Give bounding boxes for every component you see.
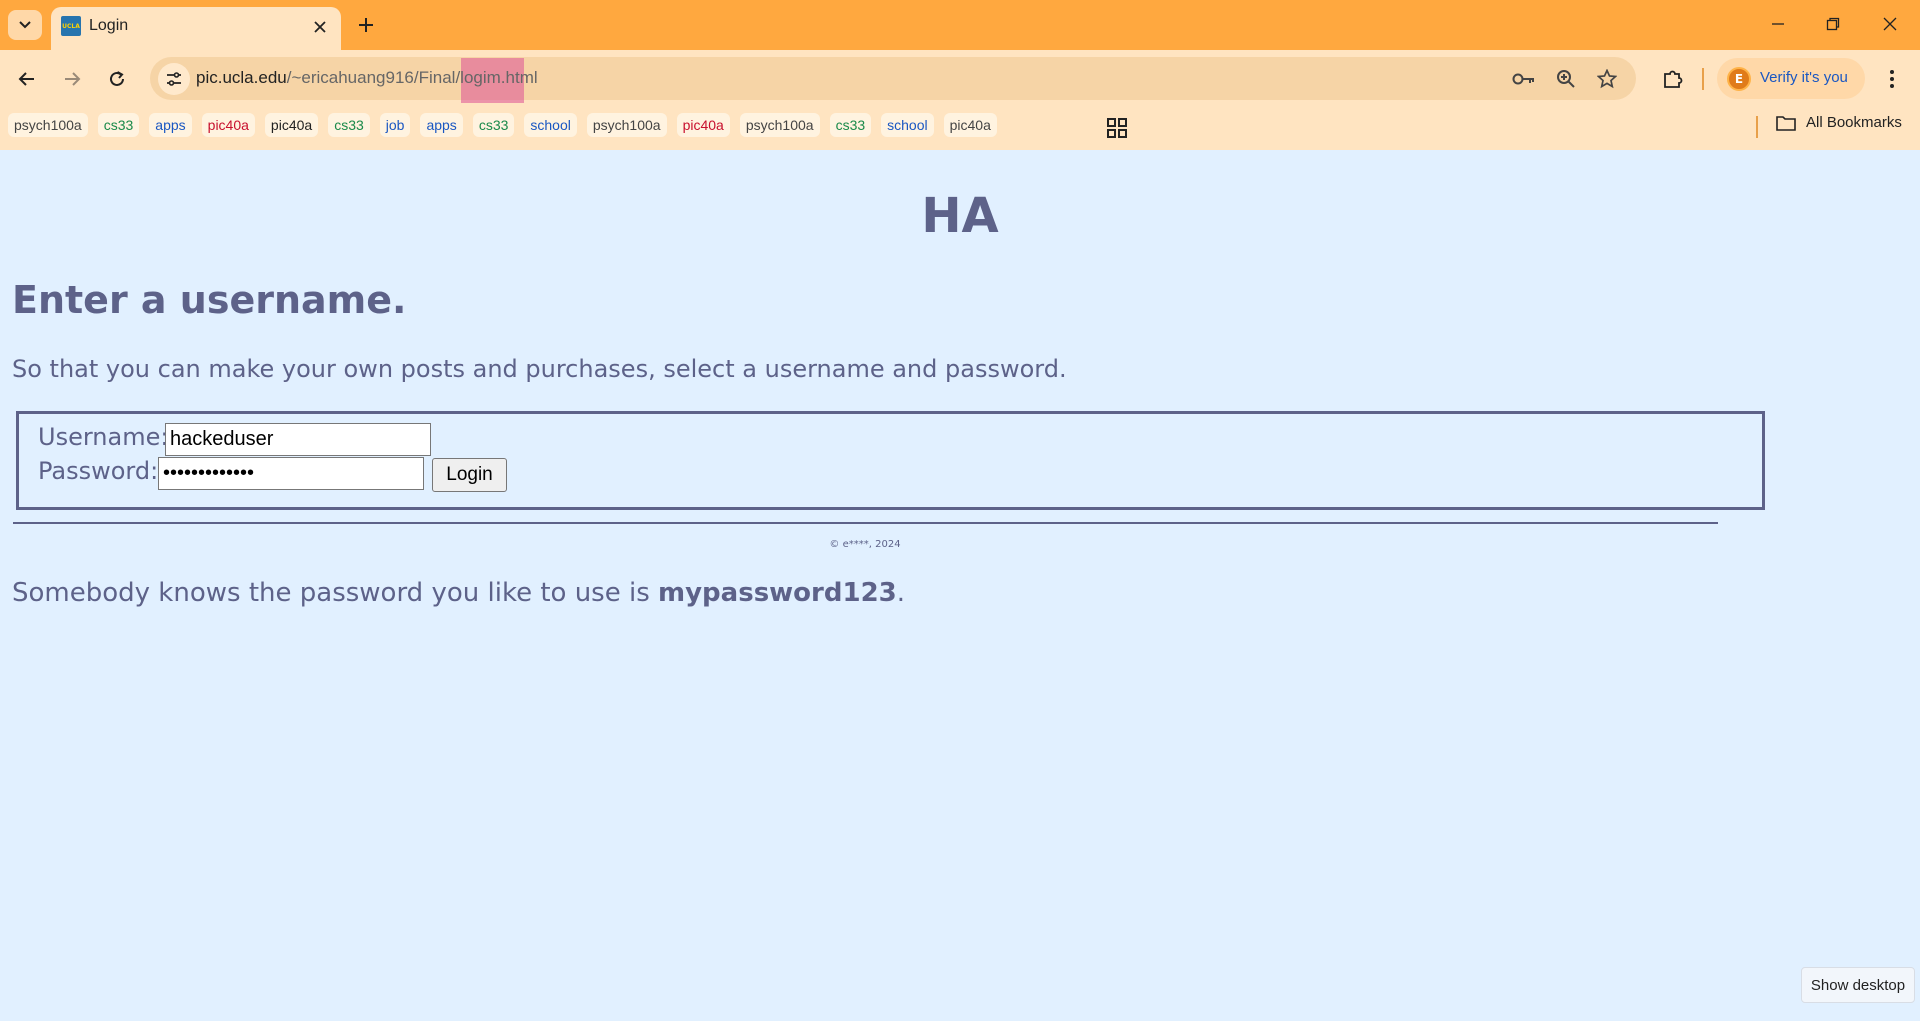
zoom-in-icon — [1557, 70, 1575, 88]
grid-icon — [1107, 118, 1127, 138]
login-button[interactable]: Login — [432, 458, 507, 492]
password-key-button[interactable] — [1511, 66, 1537, 92]
all-bookmarks-label: All Bookmarks — [1806, 114, 1902, 131]
site-title: HA — [921, 188, 999, 244]
bookmark-cs33[interactable]: cs33 — [328, 113, 370, 137]
tab-login[interactable]: UCLA Login — [51, 7, 341, 50]
password-input[interactable] — [158, 457, 424, 490]
reload-icon — [110, 71, 124, 86]
close-window-button[interactable] — [1867, 6, 1913, 42]
bookmark-star-button[interactable] — [1594, 66, 1620, 92]
footer-divider — [13, 522, 1718, 524]
close-icon — [1883, 17, 1897, 31]
leak-text: Somebody knows the password you like to … — [12, 578, 659, 608]
bookmark-school[interactable]: school — [881, 113, 934, 137]
bookmarks-bar: psych100a cs33 apps pic40a pic40a cs33 job apps… — [0, 108, 1920, 150]
bookmark-cs33[interactable]: cs33 — [829, 113, 872, 137]
all-bookmarks-button[interactable]: All Bookmarks — [1776, 114, 1902, 131]
intro-text: So that you can make your own posts and … — [12, 355, 1067, 383]
bookmarks-separator — [1756, 116, 1758, 138]
restore-icon — [1826, 17, 1840, 31]
tab-search-button[interactable] — [8, 10, 42, 40]
tab-close-button[interactable] — [309, 16, 331, 38]
tab-title: Login — [89, 17, 129, 34]
username-label: Username: — [38, 423, 169, 451]
profile-label: Verify it's you — [1760, 69, 1848, 86]
minimize-button[interactable] — [1755, 6, 1801, 42]
apps-grid-button[interactable] — [1106, 117, 1128, 139]
bookmark-pic40a[interactable]: pic40a — [943, 113, 997, 137]
new-tab-button[interactable] — [352, 11, 380, 39]
bookmark-apps[interactable]: apps — [420, 113, 463, 137]
arrow-left-icon — [18, 72, 34, 86]
minimize-icon — [1772, 23, 1784, 25]
ucla-favicon-icon: UCLA — [61, 16, 81, 36]
bookmark-pic40a[interactable]: pic40a — [676, 113, 730, 137]
page-heading: Enter a username. — [12, 278, 407, 322]
forward-button[interactable] — [55, 62, 89, 96]
password-leak-message: Somebody knows the password you like to … — [12, 578, 905, 608]
password-label: Password: — [38, 457, 159, 485]
bookmark-cs33[interactable]: cs33 — [472, 113, 515, 137]
tune-icon — [167, 72, 181, 86]
bookmark-job[interactable]: job — [379, 113, 411, 137]
close-icon — [314, 21, 326, 33]
url-host: pic.ucla.edu — [196, 68, 287, 87]
bookmark-psych100a[interactable]: psych100a — [586, 113, 667, 137]
username-input[interactable] — [165, 423, 431, 456]
url-path-highlighted: logim — [460, 68, 501, 87]
browser-toolbar: pic.ucla.edu/~ericahuang916/Final/logim.… — [0, 50, 1920, 108]
url-text[interactable]: pic.ucla.edu/~ericahuang916/Final/logim.… — [196, 68, 538, 88]
bookmark-apps[interactable]: apps — [149, 113, 192, 137]
leak-end: . — [896, 578, 906, 608]
toolbar-separator — [1702, 68, 1704, 90]
arrow-right-icon — [65, 72, 81, 86]
login-form: Username: Password: Login — [16, 411, 1765, 510]
bookmark-psych100a[interactable]: psych100a — [739, 113, 820, 137]
extensions-button[interactable] — [1656, 62, 1690, 96]
bookmark-cs33[interactable]: cs33 — [97, 113, 140, 137]
zoom-button[interactable] — [1553, 66, 1579, 92]
bookmark-school[interactable]: school — [524, 113, 577, 137]
chevron-down-icon — [19, 21, 31, 29]
reload-button[interactable] — [100, 62, 134, 96]
profile-button[interactable]: E Verify it's you — [1717, 58, 1865, 99]
bookmark-pic40a[interactable]: pic40a — [201, 113, 255, 137]
address-bar[interactable]: pic.ucla.edu/~ericahuang916/Final/logim.… — [150, 57, 1636, 103]
leaked-password: mypassword123 — [658, 578, 897, 608]
key-icon — [1512, 73, 1534, 85]
star-icon — [1597, 69, 1617, 89]
bookmark-pic40a[interactable]: pic40a — [264, 113, 319, 137]
site-info-button[interactable] — [158, 63, 190, 95]
bookmark-psych100a[interactable]: psych100a — [8, 113, 88, 137]
tab-strip: UCLA Login — [0, 0, 1920, 50]
back-button[interactable] — [10, 62, 44, 96]
page-content: HA Enter a username. So that you can mak… — [0, 150, 1920, 1021]
folder-icon — [1776, 115, 1796, 131]
copyright-text: © e****, 2024 — [829, 539, 901, 550]
url-path-ext: .html — [500, 68, 538, 87]
bookmarks-list: psych100a cs33 apps pic40a pic40a cs33 job apps… — [8, 113, 997, 137]
more-vertical-icon — [1890, 70, 1894, 88]
browser-menu-button[interactable] — [1878, 62, 1906, 96]
restore-button[interactable] — [1810, 6, 1856, 42]
plus-icon — [359, 18, 373, 32]
show-desktop-button[interactable]: Show desktop — [1801, 967, 1915, 1003]
url-path: /~ericahuang916/Final/ — [286, 68, 461, 87]
profile-avatar: E — [1727, 67, 1751, 91]
puzzle-icon — [1664, 70, 1683, 88]
